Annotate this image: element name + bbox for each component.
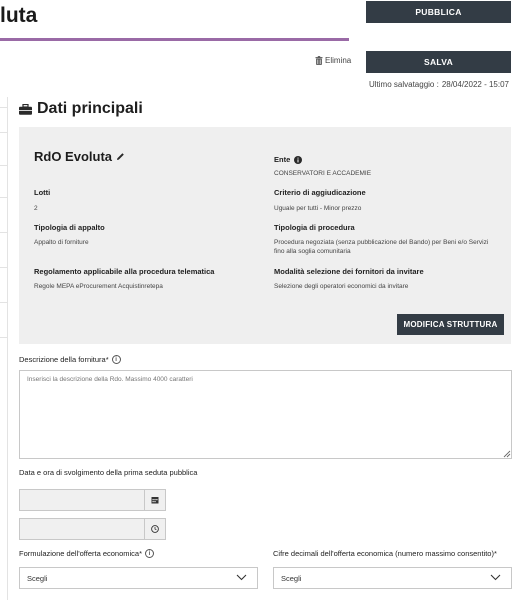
time-picker[interactable]	[19, 518, 166, 540]
briefcase-icon	[19, 103, 32, 115]
calendar-button[interactable]	[144, 490, 165, 510]
lotti-value: 2	[34, 205, 38, 212]
descrizione-label-row: Descrizione della fornitura* i	[19, 355, 121, 364]
last-saved: Ultimo salvataggio :28/04/2022 - 15:07	[369, 80, 509, 89]
section-title: Dati principali	[37, 100, 143, 117]
chevron-down-icon	[490, 574, 501, 581]
ente-value: CONSERVATORI E ACCADEMIE	[274, 170, 372, 177]
tipologia-procedura-label: Tipologia di procedura	[274, 223, 355, 232]
date-picker[interactable]	[19, 489, 166, 511]
pencil-icon[interactable]	[116, 152, 125, 161]
calendar-icon	[151, 497, 159, 504]
info-icon[interactable]: i	[111, 355, 121, 364]
cifre-select[interactable]: Scegli	[273, 567, 512, 589]
date-input[interactable]	[20, 490, 145, 510]
clock-icon	[151, 525, 159, 533]
page-title: luta	[0, 4, 38, 27]
ente-label: Ente	[274, 155, 291, 164]
modalita-value: Selezione degli operatori economici da i…	[274, 283, 409, 290]
criterio-value: Uguale per tutti - Minor prezzo	[274, 205, 362, 212]
regolamento-value: Regole MEPA eProcurement Acquistinretepa	[34, 283, 163, 290]
descrizione-label: Descrizione della fornitura*	[19, 355, 109, 364]
left-sidebar-edge	[0, 97, 8, 600]
time-input[interactable]	[20, 519, 145, 539]
info-icon[interactable]: i	[145, 549, 155, 558]
resize-grip-icon[interactable]	[503, 450, 511, 458]
modify-structure-button[interactable]: MODIFICA STRUTTURA	[397, 314, 504, 335]
data-label: Data e ora di svolgimento della prima se…	[19, 468, 198, 477]
tipologia-appalto-label: Tipologia di appalto	[34, 223, 105, 232]
formulazione-label-row: Formulazione dell'offerta economica* i	[19, 549, 155, 558]
tipologia-procedura-value-1: Procedura negoziata (senza pubblicazione…	[274, 239, 489, 246]
section-heading: Dati principali	[19, 100, 143, 118]
rdo-title: RdO Evoluta	[34, 149, 125, 164]
info-icon[interactable]	[294, 155, 303, 164]
cifre-label: Cifre decimali dell'offerta economica (n…	[273, 549, 497, 558]
tipologia-appalto-value: Appalto di forniture	[34, 239, 89, 246]
summary-panel: RdO Evoluta Ente CONSERVATORI E ACCADEMI…	[19, 127, 511, 344]
delete-label: Elimina	[325, 56, 352, 65]
chevron-down-icon	[236, 574, 247, 581]
regolamento-label: Regolamento applicabile alla procedura t…	[34, 267, 215, 276]
clock-button[interactable]	[144, 519, 165, 539]
last-saved-value: 28/04/2022 - 15:07	[441, 80, 509, 89]
title-underline	[0, 38, 349, 41]
trash-icon	[315, 56, 323, 65]
formulazione-label: Formulazione dell'offerta economica*	[19, 549, 143, 558]
formulazione-select-value: Scegli	[27, 573, 48, 583]
cifre-select-value: Scegli	[281, 573, 302, 583]
lotti-label: Lotti	[34, 188, 51, 197]
tipologia-procedura-value-2: fino alla soglia comunitaria	[274, 248, 351, 255]
save-button[interactable]: SALVA	[366, 51, 511, 73]
formulazione-select[interactable]: Scegli	[19, 567, 258, 589]
publish-button[interactable]: PUBBLICA	[366, 1, 511, 23]
last-saved-label: Ultimo salvataggio :	[369, 80, 439, 89]
rdo-title-text: RdO Evoluta	[34, 149, 113, 164]
delete-link[interactable]: Elimina	[315, 56, 351, 65]
ente-label-row: Ente	[274, 155, 303, 164]
modalita-label: Modalità selezione dei fornitori da invi…	[274, 267, 424, 276]
criterio-label: Criterio di aggiudicazione	[274, 188, 366, 197]
descrizione-textarea[interactable]	[19, 370, 512, 459]
